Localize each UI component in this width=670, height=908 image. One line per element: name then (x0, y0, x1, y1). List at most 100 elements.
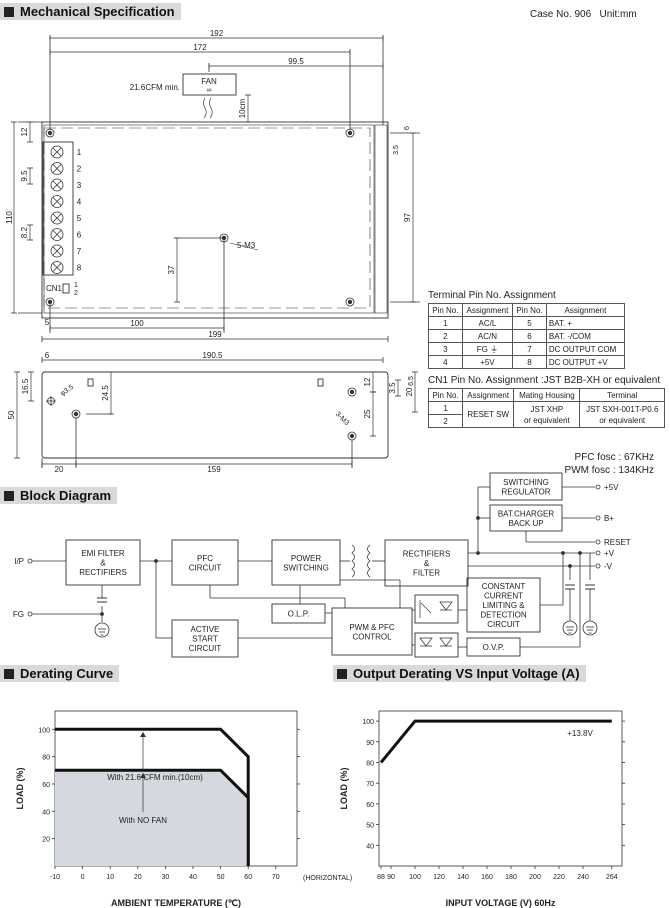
y-tick-label: 80 (366, 761, 374, 768)
junction-dot (100, 612, 104, 616)
constant-current-block-label: LIMITING & (482, 601, 525, 610)
constant-current-block-label: CIRCUIT (487, 620, 520, 629)
x-tick-label: 20 (134, 874, 142, 881)
dim-20: 20 (55, 465, 64, 474)
dim-192: 192 (210, 29, 224, 38)
switching-regulator-block-label: REGULATOR (501, 487, 550, 496)
transformer-icon (351, 544, 371, 578)
dim-25: 25 (363, 409, 372, 418)
x-tick-label: 240 (577, 874, 589, 881)
terminal-icon (595, 539, 601, 545)
y-tick-label: 100 (362, 719, 374, 726)
series-label-fan: With 21.6 CFM min.(10cm) (107, 773, 203, 782)
x-tick-label: 100 (409, 874, 421, 881)
series-line (379, 719, 612, 764)
dim-199: 199 (208, 330, 222, 339)
dim-8-2: 8.2 (20, 226, 29, 238)
power-switching-block-label: POWER (291, 554, 321, 563)
x-tick-label: 10 (106, 874, 114, 881)
x-tick-label: 140 (457, 874, 469, 881)
dim-172: 172 (193, 43, 207, 52)
x-tick-label: 180 (505, 874, 517, 881)
constant-current-block-label: CONSTANT (482, 582, 526, 591)
emi-filter-block-label: EMI FILTER (81, 549, 125, 558)
x-tick-label: 50 (217, 874, 225, 881)
optocoupler-icon (414, 594, 459, 624)
rectifiers-filter-block-label: & (424, 559, 430, 568)
active-start-block-label: ACTIVE (191, 625, 220, 634)
junction-dot (476, 516, 480, 520)
dim-6: 6 (404, 126, 411, 130)
y-axis-label: LOAD (%) (339, 768, 349, 810)
dim-100: 100 (130, 319, 144, 328)
terminal-number: 1 (77, 148, 82, 157)
dim-12: 12 (363, 377, 372, 386)
screw-label: 3-M3 (334, 411, 350, 427)
slot-icon (317, 378, 324, 387)
output-vplus: +V (604, 549, 615, 558)
pwm-pfc-control-block-label: PWM & PFC (349, 623, 395, 632)
bat-charger-block-label: BACK UP (508, 519, 543, 528)
cn1-pin: 1 (74, 282, 78, 289)
x-tick-label: 30 (162, 874, 170, 881)
y-tick-label: 90 (366, 740, 374, 747)
power-switching-block-label: SWITCHING (283, 563, 329, 572)
fan-label: FAN (201, 77, 217, 86)
hole-label: φ3.5 (59, 384, 75, 398)
junction-dot (561, 551, 565, 555)
voltage-annotation: +13.8V (567, 729, 593, 738)
x-tick-label: 0 (81, 874, 85, 881)
terminal-icon (595, 550, 601, 556)
pfc-circuit-block-label: PFC (197, 554, 213, 563)
dim-3-5: 3.5 (388, 382, 397, 394)
y-tick-label: 50 (366, 823, 374, 830)
x-tick-label: -10 (50, 874, 60, 881)
fg-terminal: FG (13, 610, 24, 619)
cn1-label: CN1 (46, 284, 63, 293)
y-tick-label: 40 (366, 843, 374, 850)
terminal-icon (27, 558, 33, 564)
terminal-icon (595, 563, 601, 569)
olp-block-label: O.L.P. (288, 610, 310, 619)
fan-note: 21.6CFM min. (130, 83, 180, 92)
x-tick-label: 264 (606, 874, 618, 881)
opto-symbol (419, 637, 453, 647)
y-tick-label: 70 (366, 781, 374, 788)
dim-9-5: 9.5 (20, 170, 29, 182)
terminal-icon (595, 515, 601, 521)
junction-dot (476, 551, 480, 555)
switching-regulator-block-label: SWITCHING (503, 478, 549, 487)
series-label-nofan: With NO FAN (119, 816, 167, 825)
terminal-block (42, 141, 74, 276)
dim-37: 37 (167, 265, 176, 274)
emi-filter-block-label: & (100, 559, 106, 568)
junction-dot (154, 559, 158, 563)
junction-dot (568, 564, 572, 568)
top-view-outline (41, 121, 389, 319)
pfc-circuit-block-label: CIRCUIT (189, 563, 222, 572)
dim-97: 97 (403, 213, 412, 222)
pwm-pfc-control-block-label: CONTROL (352, 632, 392, 641)
dim-99-5: 99.5 (288, 57, 304, 66)
dim-50: 50 (7, 410, 16, 419)
x-tick-label: 200 (529, 874, 541, 881)
top-view-plate (43, 124, 375, 314)
output-reset: RESET (604, 538, 631, 547)
arrow-icon (140, 732, 146, 737)
cn1-connector-icon (62, 283, 70, 294)
active-start-block-label: CIRCUIT (189, 644, 222, 653)
terminal-icon (595, 484, 601, 490)
dim-10cm: 10cm (238, 98, 247, 118)
terminal-number: 5 (77, 214, 82, 223)
dim-5: 5 (45, 318, 50, 327)
active-start-block-label: START (192, 635, 218, 644)
dim-110: 110 (5, 211, 14, 224)
x-tick-label: 70 (272, 874, 280, 881)
x-tick-label: 90 (387, 874, 395, 881)
x-axis-label: INPUT VOLTAGE (V) 60Hz (446, 898, 556, 908)
hole-center (349, 433, 355, 439)
y-tick-label: 60 (366, 802, 374, 809)
output-v5: +5V (604, 483, 619, 492)
ovp-block-label: O.V.P. (483, 643, 505, 652)
x-tick-label: 220 (553, 874, 565, 881)
